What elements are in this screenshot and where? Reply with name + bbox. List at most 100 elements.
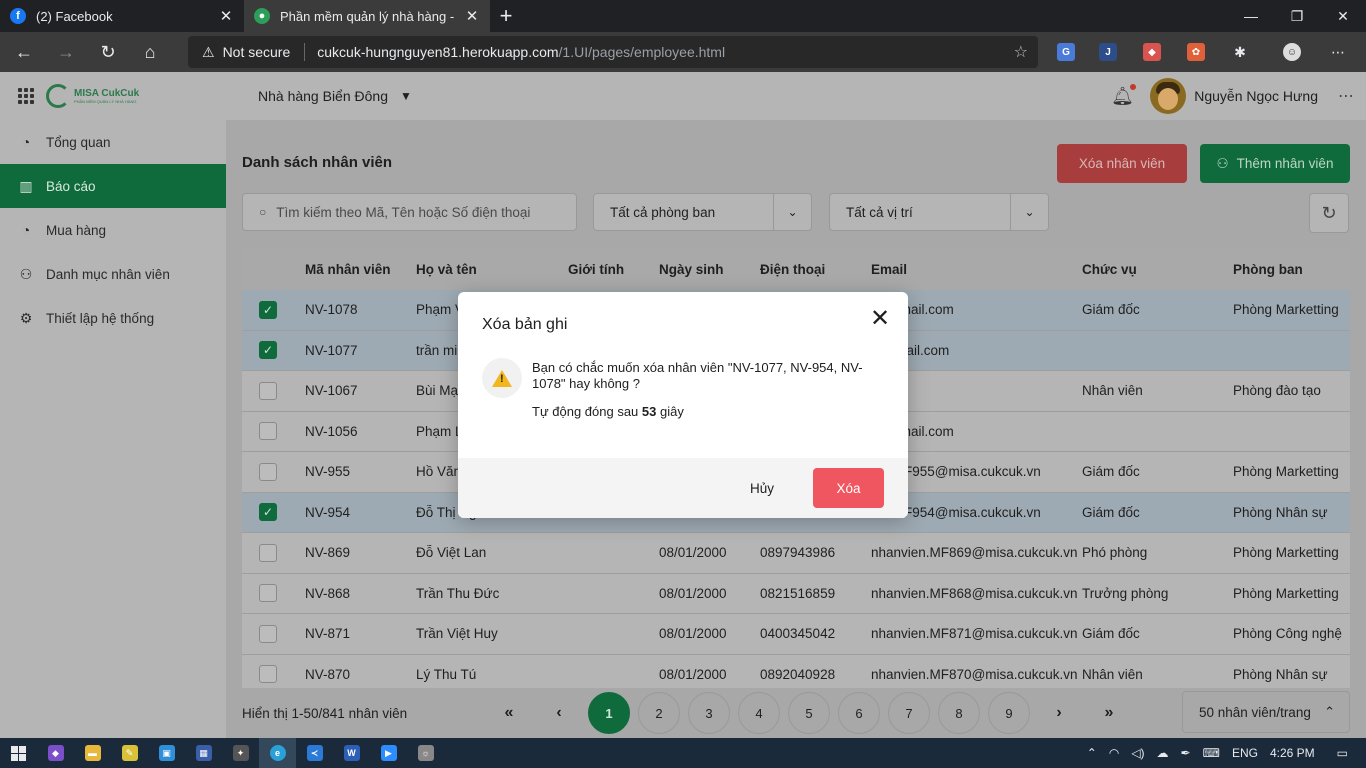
edge-browser-icon[interactable]: e xyxy=(259,738,296,768)
close-tab-icon[interactable]: ✕ xyxy=(464,7,480,25)
page-size-select[interactable]: 50 nhân viên/trang ⌃ xyxy=(1182,691,1350,733)
user-name[interactable]: Nguyễn Ngọc Hưng xyxy=(1194,88,1318,104)
column-header[interactable]: Giới tính xyxy=(568,262,659,277)
sidebar-item-employees[interactable]: ⚇ Danh mục nhân viên xyxy=(0,252,226,296)
app-icon[interactable]: ▣ xyxy=(148,738,185,768)
column-header[interactable]: Ngày sinh xyxy=(659,262,760,277)
page-button[interactable]: 2 xyxy=(638,692,680,734)
tab-misa[interactable]: ● Phần mềm quản lý nhà hàng - C ✕ xyxy=(244,0,490,32)
sticky-app-icon[interactable]: ✎ xyxy=(111,738,148,768)
minimize-icon[interactable]: — xyxy=(1228,0,1274,32)
cancel-button[interactable]: Hủy xyxy=(734,468,790,508)
extensions-puzzle-icon[interactable]: ✱ xyxy=(1224,36,1256,68)
chevron-up-icon[interactable]: ⌃ xyxy=(1087,746,1097,760)
close-tab-icon[interactable]: ✕ xyxy=(218,7,234,25)
more-options-icon[interactable]: ⋯ xyxy=(1338,86,1354,106)
chevron-down-icon[interactable]: ⌄ xyxy=(773,194,811,230)
page-button[interactable]: 5 xyxy=(788,692,830,734)
page-button[interactable]: 1 xyxy=(588,692,630,734)
row-checkbox[interactable] xyxy=(259,462,277,481)
url-input[interactable]: ⚠ Not secure cukcuk-hungnguyen81.herokua… xyxy=(188,36,1038,68)
column-header[interactable]: Điện thoại xyxy=(760,262,871,277)
notifications-icon[interactable]: ▭ xyxy=(1337,746,1348,760)
add-employee-button[interactable]: ⚇ Thêm nhân viên xyxy=(1200,144,1350,183)
row-checkbox[interactable] xyxy=(259,381,277,400)
tab-facebook[interactable]: f (2) Facebook ✕ xyxy=(0,0,244,32)
sidebar-item-purchasing[interactable]: ◔ Mua hàng xyxy=(0,208,226,252)
language-indicator[interactable]: ENG xyxy=(1232,746,1258,760)
restore-icon[interactable]: ❐ xyxy=(1274,0,1320,32)
restaurant-selector[interactable]: Nhà hàng Biển Đông ▼ xyxy=(258,88,412,104)
zoom-icon[interactable]: ▶ xyxy=(370,738,407,768)
chevron-down-icon[interactable]: ⌄ xyxy=(1010,194,1048,230)
confirm-delete-button[interactable]: Xóa xyxy=(813,468,884,508)
column-header[interactable]: Mã nhân viên xyxy=(305,262,416,277)
visual-studio-icon[interactable]: ◆ xyxy=(37,738,74,768)
page-button[interactable]: 9 xyxy=(988,692,1030,734)
row-checkbox[interactable]: ✓ xyxy=(259,300,277,319)
app-grid-icon[interactable] xyxy=(18,88,34,104)
column-header[interactable]: Phòng ban xyxy=(1233,262,1350,277)
translate-extension-icon[interactable]: G xyxy=(1050,36,1082,68)
sidebar-item-reports[interactable]: ▥ Báo cáo xyxy=(0,164,226,208)
row-checkbox[interactable]: ✓ xyxy=(259,503,277,522)
vscode-icon[interactable]: ≺ xyxy=(296,738,333,768)
extension-icon[interactable]: ✿ xyxy=(1180,36,1212,68)
table-row[interactable]: NV-871 Trần Việt Huy 08/01/2000 0400345042 n… xyxy=(242,614,1350,655)
page-button[interactable]: 8 xyxy=(938,692,980,734)
wifi-icon[interactable]: ◠ xyxy=(1109,746,1119,760)
page-button[interactable]: 3 xyxy=(688,692,730,734)
new-tab-button[interactable]: + xyxy=(490,0,522,32)
table-row[interactable]: NV-868 Trần Thu Đức 08/01/2000 0821516859 nh… xyxy=(242,573,1350,614)
column-header[interactable]: Chức vụ xyxy=(1082,262,1233,277)
home-icon[interactable]: ⌂ xyxy=(132,34,168,70)
page-button[interactable]: 7 xyxy=(888,692,930,734)
app-icon[interactable]: ☼ xyxy=(407,738,444,768)
file-explorer-icon[interactable]: ▬ xyxy=(74,738,111,768)
department-select[interactable]: Tất cả phòng ban ⌄ xyxy=(593,193,812,231)
profile-avatar-icon[interactable]: ☺ xyxy=(1276,36,1308,68)
column-header[interactable]: Họ và tên xyxy=(416,262,568,277)
page-button[interactable]: 4 xyxy=(738,692,780,734)
clock[interactable]: 4:26 PM xyxy=(1270,746,1315,760)
close-icon[interactable]: ✕ xyxy=(864,302,896,334)
first-page-icon[interactable]: « xyxy=(488,692,530,734)
column-header[interactable]: Email xyxy=(871,262,1082,277)
windows-start-icon[interactable] xyxy=(0,738,37,768)
prev-page-icon[interactable]: ‹ xyxy=(538,692,580,734)
forward-icon[interactable]: → xyxy=(48,34,84,70)
row-checkbox[interactable] xyxy=(259,422,277,441)
app-icon[interactable]: ✦ xyxy=(222,738,259,768)
delete-employee-button[interactable]: Xóa nhân viên xyxy=(1057,144,1187,183)
sidebar-item-settings[interactable]: ⚙ Thiết lập hệ thống xyxy=(0,296,226,340)
table-row[interactable]: NV-870 Lý Thu Tú 08/01/2000 0892040928 nhanv… xyxy=(242,654,1350,688)
volume-icon[interactable]: ◁) xyxy=(1131,746,1144,760)
avatar[interactable] xyxy=(1150,78,1186,114)
back-icon[interactable]: ← xyxy=(6,34,42,70)
notification-bell-icon[interactable]: 🔔︎ xyxy=(1111,84,1136,107)
reload-icon[interactable]: ↻ xyxy=(90,34,126,70)
last-page-icon[interactable]: » xyxy=(1088,692,1130,734)
table-row[interactable]: NV-869 Đỗ Việt Lan 08/01/2000 0897943986 nha… xyxy=(242,533,1350,574)
search-input[interactable]: ○ Tìm kiếm theo Mã, Tên hoặc Số điện tho… xyxy=(242,193,577,231)
row-checkbox[interactable] xyxy=(259,624,277,643)
keyboard-icon[interactable]: ⌨ xyxy=(1203,746,1220,760)
next-page-icon[interactable]: › xyxy=(1038,692,1080,734)
pen-icon[interactable]: ✒ xyxy=(1181,746,1191,760)
page-button[interactable]: 6 xyxy=(838,692,880,734)
word-icon[interactable]: W xyxy=(333,738,370,768)
extension-icon[interactable]: ◆ xyxy=(1136,36,1168,68)
app-icon[interactable]: ▦ xyxy=(185,738,222,768)
row-checkbox[interactable] xyxy=(259,584,277,603)
cloud-icon[interactable]: ☁ xyxy=(1157,746,1169,760)
extension-icon[interactable]: J xyxy=(1092,36,1124,68)
sidebar-item-overview[interactable]: ◔ Tổng quan xyxy=(0,120,226,164)
close-window-icon[interactable]: ✕ xyxy=(1320,0,1366,32)
row-checkbox[interactable] xyxy=(259,543,277,562)
row-checkbox[interactable] xyxy=(259,665,277,684)
favorite-star-icon[interactable]: ☆ xyxy=(1014,42,1028,62)
position-select[interactable]: Tất cả vị trí ⌄ xyxy=(829,193,1049,231)
browser-menu-icon[interactable]: ⋯ xyxy=(1322,36,1354,68)
row-checkbox[interactable]: ✓ xyxy=(259,341,277,360)
refresh-button[interactable]: ↻ xyxy=(1309,193,1349,233)
